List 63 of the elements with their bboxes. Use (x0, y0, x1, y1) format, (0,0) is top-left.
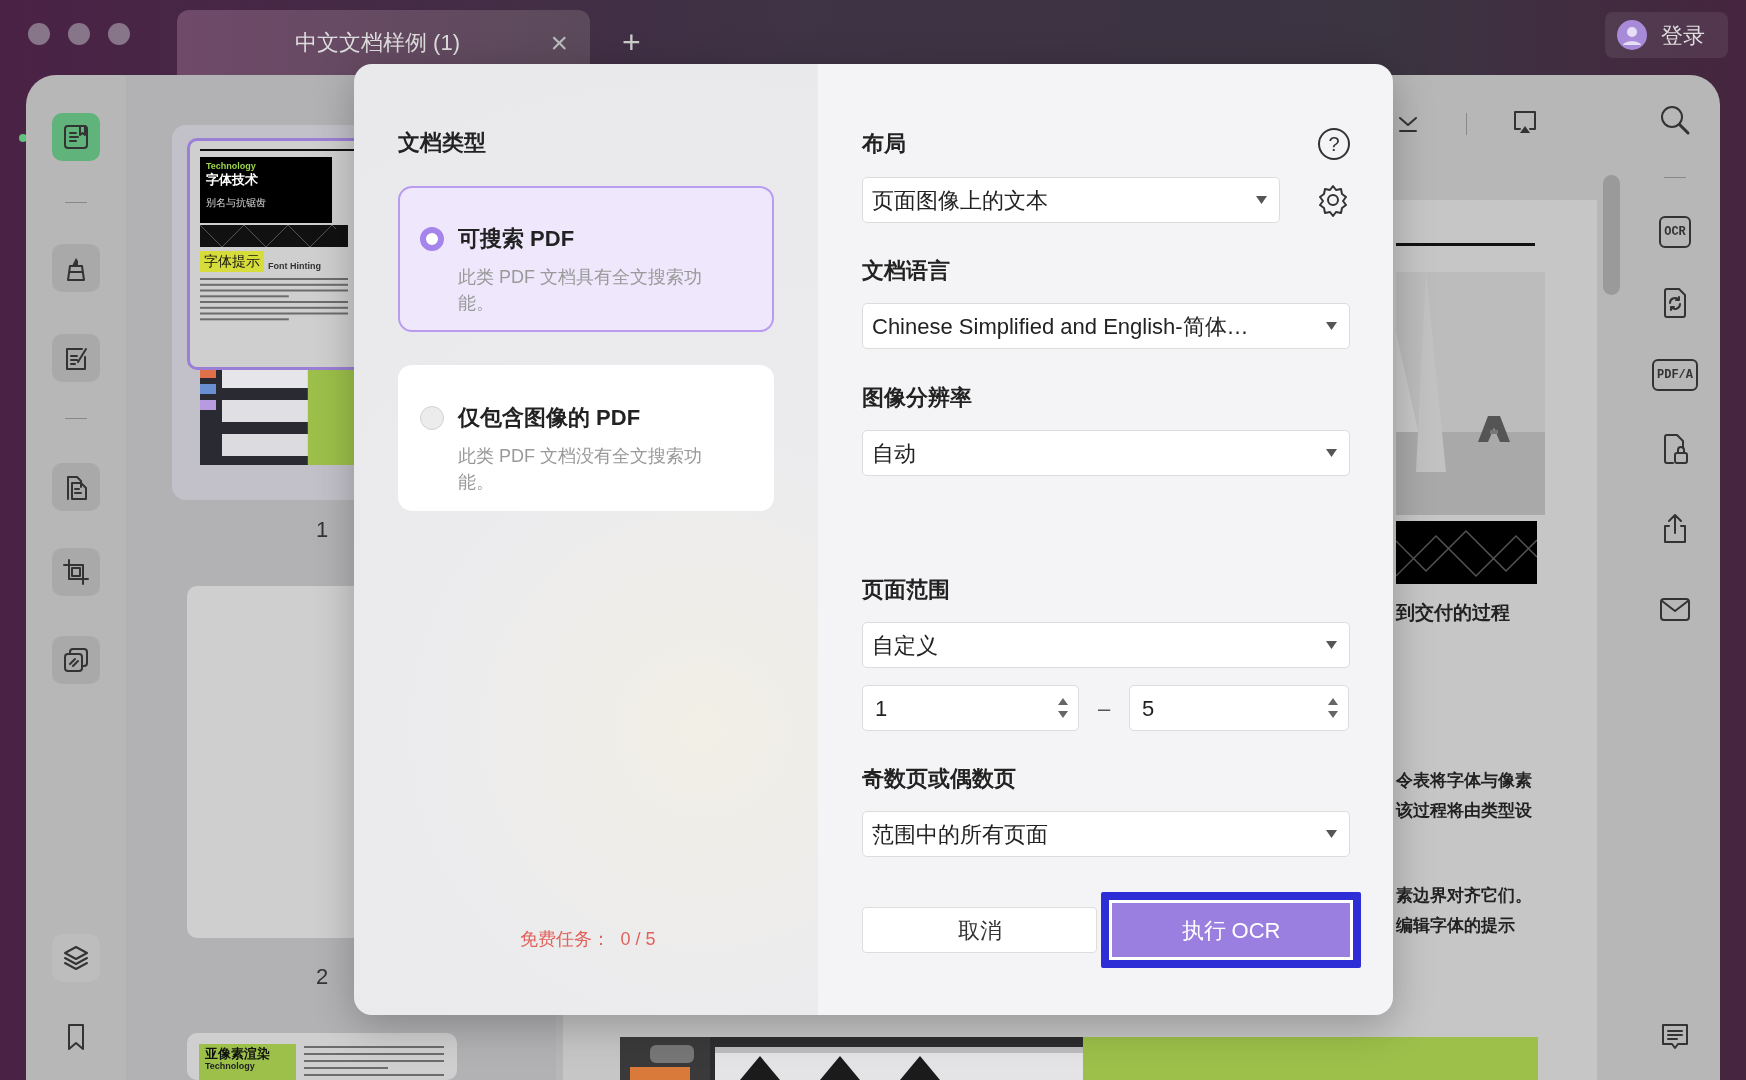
number-field[interactable]: 5 (1129, 685, 1349, 731)
dropdown-field[interactable]: Chinese Simplified and English-简体… (862, 303, 1350, 349)
thumbnail-text: Technology (205, 1061, 256, 1073)
toolbar-button[interactable] (52, 244, 100, 292)
radio-button[interactable] (420, 405, 444, 430)
toolbar-button[interactable] (52, 636, 100, 684)
range-separator: – (1096, 694, 1112, 723)
thumbnail-text: Technology (206, 161, 257, 172)
page-number: 2 (314, 963, 330, 991)
window-control[interactable] (108, 22, 130, 45)
stepper-icon[interactable] (1058, 697, 1068, 719)
document-heading: 到交付的过程 (1396, 601, 1511, 625)
dropdown-field[interactable]: 页面图像上的文本 (862, 177, 1280, 223)
page-thumbnail[interactable]: 亚像素渲染 Technology (187, 1033, 457, 1080)
dropdown-field[interactable]: 自定义 (862, 622, 1350, 668)
new-tab-button[interactable]: + (618, 25, 645, 58)
window-control[interactable] (28, 22, 50, 45)
close-tab-button[interactable]: × (546, 27, 572, 58)
caret-icon (1256, 196, 1267, 204)
toolbar-button[interactable]: PDF/A (1652, 359, 1698, 391)
thumbnail-title: 亚像素渲染 (205, 1047, 271, 1062)
dropdown-field[interactable]: 范围中的所有页面 (862, 811, 1350, 857)
toolbar-button[interactable] (52, 934, 100, 982)
stepper-icon[interactable] (1328, 697, 1338, 719)
toolbar-button[interactable] (52, 334, 100, 382)
settings-icon[interactable] (1316, 183, 1350, 217)
toolbar-button[interactable] (52, 548, 100, 596)
caret-icon (1326, 449, 1337, 457)
free-tasks-text: 免费任务： 0 / 5 (519, 928, 657, 951)
document-text: 该过程将由类型设 (1396, 799, 1533, 822)
document-text: 编辑字体的提示 (1396, 914, 1516, 937)
section-label: 图像分辨率 (862, 384, 973, 412)
option-card[interactable]: 可搜索 PDF 此类 PDF 文档具有全文搜索功能。 (398, 186, 774, 332)
section-label: 奇数页或偶数页 (862, 765, 1017, 793)
thumbnail-title: 字体技术 (206, 171, 259, 189)
caret-icon (1326, 830, 1337, 838)
crop-icon (60, 556, 92, 588)
thumbnail-subtitle: 别名与抗锯齿 (206, 196, 267, 209)
number-field[interactable]: 1 (862, 685, 1079, 731)
page-number: 1 (314, 516, 330, 544)
option-card[interactable]: 仅包含图像的 PDF 此类 PDF 文档没有全文搜索功能。 (398, 365, 774, 511)
section-label: 布局 (862, 130, 906, 158)
toolbar-button[interactable] (52, 113, 100, 161)
toolbar-button[interactable] (52, 463, 100, 511)
cancel-button[interactable]: 取消 (862, 907, 1097, 953)
search-icon (1658, 103, 1692, 137)
window-control[interactable] (68, 22, 90, 45)
document-text: 素边界对齐它们。 (1396, 884, 1533, 907)
section-label: 页面范围 (862, 576, 951, 604)
document-text: 令表将字体与像素 (1396, 769, 1533, 792)
document-tab[interactable]: 中文文档样例 (1) (177, 25, 547, 60)
thumbnail-text: Font Hinting (268, 261, 321, 272)
help-button[interactable]: ? (1318, 128, 1350, 160)
toolbar-button[interactable]: OCR (1659, 216, 1691, 248)
radio-button[interactable] (420, 226, 444, 251)
section-label: 文档语言 (862, 257, 951, 285)
thumbnail-heading: 字体提示 (200, 251, 264, 272)
avatar-icon (1617, 20, 1647, 50)
dropdown-field[interactable]: 自动 (862, 430, 1350, 476)
caret-icon (1326, 322, 1337, 330)
login-button[interactable]: 登录 (1605, 12, 1728, 58)
caret-icon (1326, 641, 1337, 649)
scrollbar[interactable] (1603, 175, 1620, 295)
